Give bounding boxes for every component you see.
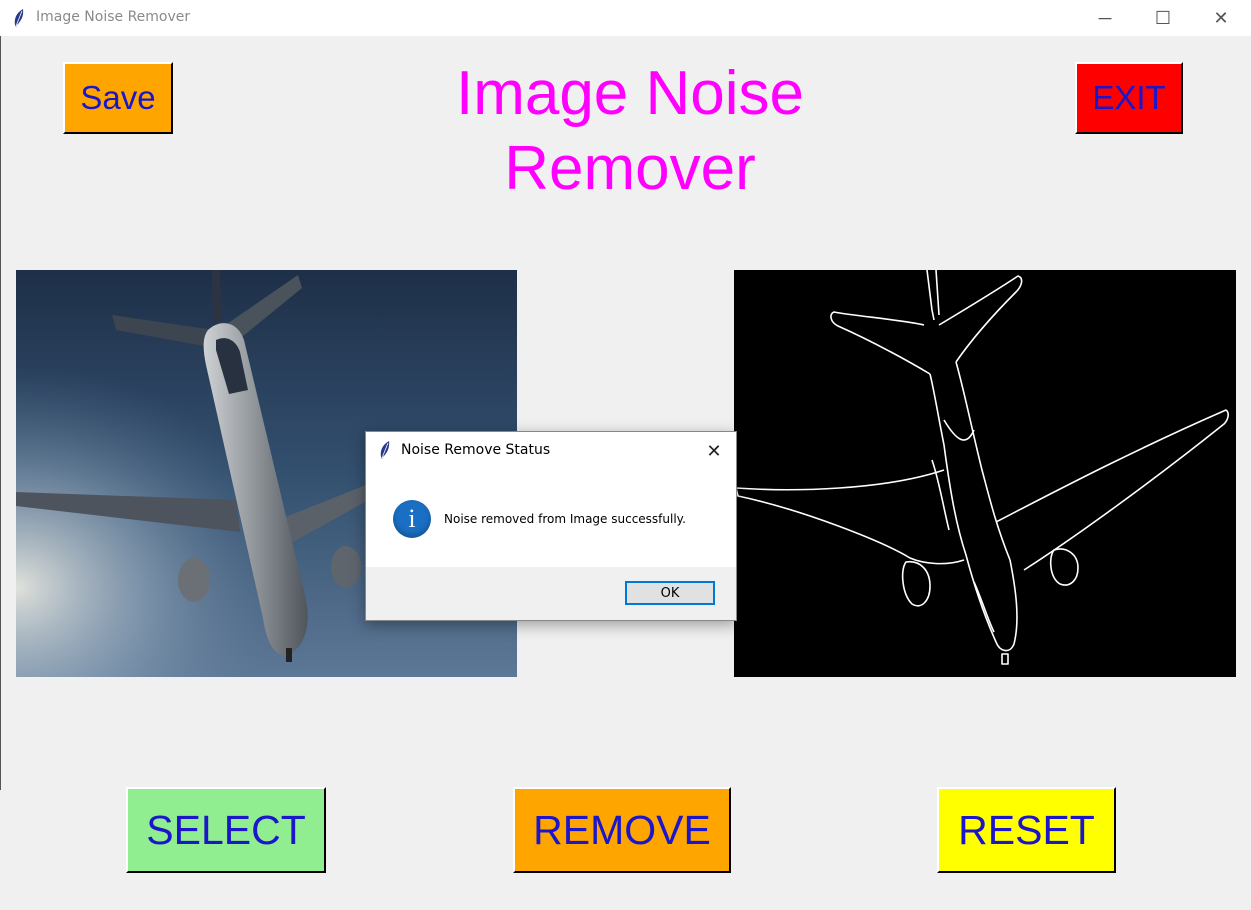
heading-line-1: Image Noise — [455, 59, 805, 128]
minimize-button[interactable]: ─ — [1076, 0, 1134, 36]
dialog-titlebar: Noise Remove Status ✕ — [366, 432, 736, 468]
window-titlebar: Image Noise Remover ─ ☐ ✕ — [0, 0, 1251, 36]
info-icon: i — [393, 500, 431, 538]
close-window-button[interactable]: ✕ — [1192, 0, 1250, 36]
window-border — [0, 36, 1, 790]
ok-button[interactable]: OK — [625, 581, 715, 605]
reset-button[interactable]: RESET — [937, 787, 1116, 873]
dialog-close-button[interactable]: ✕ — [702, 439, 726, 463]
maximize-button[interactable]: ☐ — [1134, 0, 1192, 36]
processed-image — [734, 269, 1236, 677]
app-heading: Image Noise Remover — [380, 56, 880, 206]
dialog-title: Noise Remove Status — [401, 442, 551, 458]
exit-button[interactable]: EXIT — [1075, 62, 1183, 134]
save-button[interactable]: Save — [63, 62, 173, 134]
feather-icon — [380, 441, 390, 459]
select-button[interactable]: SELECT — [126, 787, 326, 873]
heading-line-2: Remover — [504, 134, 756, 204]
dialog-message: Noise removed from Image successfully. — [444, 512, 686, 526]
remove-button[interactable]: REMOVE — [513, 787, 731, 873]
feather-icon — [14, 9, 24, 27]
window-title: Image Noise Remover — [36, 9, 191, 25]
status-dialog: Noise Remove Status ✕ i Noise removed fr… — [365, 431, 737, 621]
dialog-footer: OK — [366, 567, 736, 620]
